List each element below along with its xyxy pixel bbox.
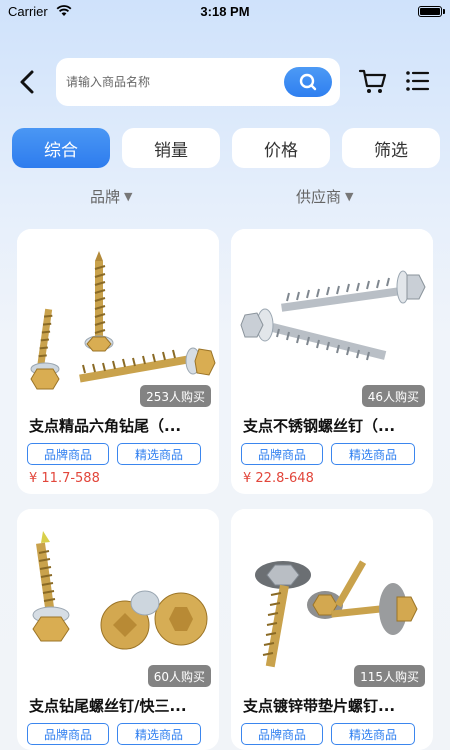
brand-tag: 品牌商品 bbox=[27, 723, 109, 745]
back-button[interactable] bbox=[14, 68, 42, 96]
product-card[interactable]: 253人购买 支点精品六角钻尾（... 品牌商品 精选商品 ¥ 11.7-588 bbox=[17, 229, 219, 494]
search-input[interactable] bbox=[66, 70, 276, 94]
menu-button[interactable] bbox=[404, 68, 430, 94]
header bbox=[0, 56, 450, 108]
product-image bbox=[17, 229, 219, 409]
supplier-filter-label: 供应商 bbox=[296, 188, 342, 206]
product-image bbox=[17, 509, 219, 689]
chevron-left-icon bbox=[20, 70, 34, 94]
product-price: ¥ 11.7-588 bbox=[29, 471, 100, 486]
buyers-count: 60人购买 bbox=[147, 665, 211, 687]
product-image bbox=[231, 229, 433, 409]
buyers-count: 46人购买 bbox=[361, 385, 425, 407]
status-bar: Carrier 3:18 PM bbox=[0, 0, 450, 24]
cart-icon bbox=[358, 69, 387, 93]
tab-price[interactable]: 价格 bbox=[232, 128, 330, 168]
product-name: 支点精品六角钻尾（... bbox=[29, 417, 182, 435]
product-image bbox=[231, 509, 433, 689]
supplier-filter[interactable]: 供应商 ▼ bbox=[296, 186, 353, 207]
product-card[interactable]: 115人购买 支点镀锌带垫片螺钉... 品牌商品 精选商品 bbox=[231, 509, 433, 750]
caret-down-icon: ▼ bbox=[345, 190, 354, 203]
brand-filter-label: 品牌 bbox=[90, 188, 121, 206]
product-price: ¥ 22.8-648 bbox=[243, 471, 314, 486]
tab-filter[interactable]: 筛选 bbox=[342, 128, 440, 168]
search-box bbox=[56, 58, 340, 106]
sort-tabs: 综合 销量 价格 筛选 bbox=[12, 128, 440, 168]
featured-tag: 精选商品 bbox=[117, 723, 201, 745]
buyers-count: 253人购买 bbox=[140, 385, 211, 407]
filter-row: 品牌 ▼ 供应商 ▼ bbox=[0, 184, 450, 208]
battery-icon bbox=[418, 6, 442, 17]
brand-tag: 品牌商品 bbox=[241, 723, 323, 745]
product-card[interactable]: 60人购买 支点钻尾螺丝钉/快三... 品牌商品 精选商品 bbox=[17, 509, 219, 750]
search-button[interactable] bbox=[284, 67, 332, 97]
product-name: 支点不锈钢螺丝钉（... bbox=[243, 417, 396, 435]
featured-tag: 精选商品 bbox=[117, 443, 201, 465]
status-time: 3:18 PM bbox=[200, 4, 250, 19]
tab-comprehensive[interactable]: 综合 bbox=[12, 128, 110, 168]
cart-button[interactable] bbox=[358, 66, 388, 96]
product-card[interactable]: 46人购买 支点不锈钢螺丝钉（... 品牌商品 精选商品 ¥ 22.8-648 bbox=[231, 229, 433, 494]
buyers-count: 115人购买 bbox=[354, 665, 425, 687]
brand-tag: 品牌商品 bbox=[27, 443, 109, 465]
featured-tag: 精选商品 bbox=[331, 723, 415, 745]
product-name: 支点钻尾螺丝钉/快三... bbox=[29, 697, 187, 715]
search-icon bbox=[299, 73, 317, 91]
brand-filter[interactable]: 品牌 ▼ bbox=[90, 186, 132, 207]
brand-tag: 品牌商品 bbox=[241, 443, 323, 465]
list-icon bbox=[406, 71, 430, 91]
product-name: 支点镀锌带垫片螺钉... bbox=[243, 697, 396, 715]
tab-sales[interactable]: 销量 bbox=[122, 128, 220, 168]
featured-tag: 精选商品 bbox=[331, 443, 415, 465]
caret-down-icon: ▼ bbox=[124, 190, 133, 203]
